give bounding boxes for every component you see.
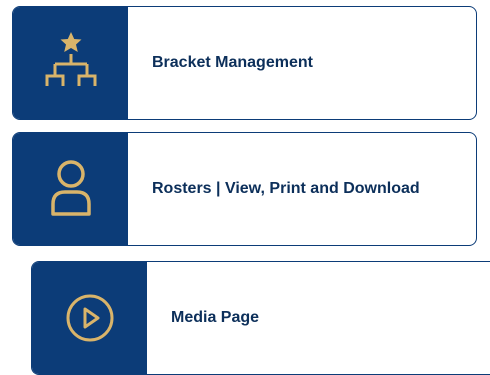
card-label: Rosters | View, Print and Download (152, 180, 420, 197)
card-label: Media Page (171, 309, 260, 326)
card-label: Bracket Management (152, 54, 313, 71)
media-icon-panel (32, 262, 147, 374)
rosters-card[interactable]: Rosters | View, Print and Download (12, 132, 477, 246)
bracket-icon-panel (13, 7, 128, 119)
play-circle-icon (66, 294, 113, 342)
bracket-management-card[interactable]: Bracket Management (12, 6, 477, 120)
bracket-tree-icon (45, 32, 96, 86)
rosters-icon-panel (13, 133, 128, 245)
media-page-card[interactable]: Media Page (31, 261, 490, 375)
person-icon (50, 160, 91, 216)
